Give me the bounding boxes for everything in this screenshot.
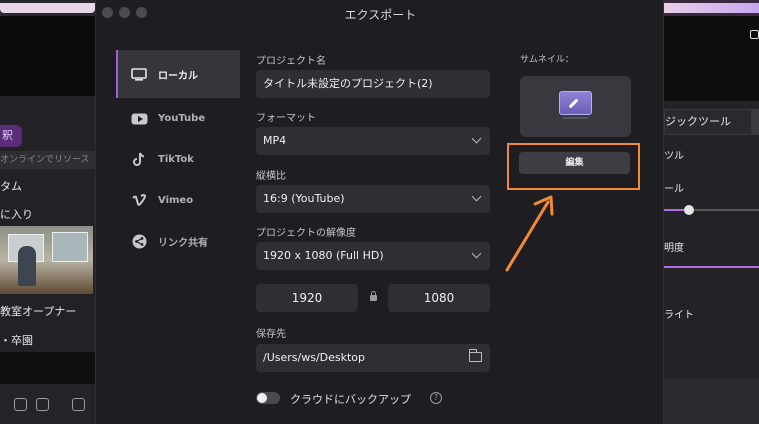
background-magic-tools-tab[interactable]: ジックツール [664, 109, 752, 135]
vimeo-icon [130, 194, 148, 208]
export-dialog: エクスポート ローカル YouTube TikTok Vimeo リンク共有 プ… [95, 0, 664, 424]
screen: 釈 オンラインでリソース タム に入り 教室オープナー ・卒園 ジックツール ツ… [0, 0, 759, 424]
background-light-label[interactable]: ライト [664, 306, 694, 321]
youtube-icon [130, 112, 148, 126]
sidebar-item-link-share[interactable]: リンク共有 [116, 221, 240, 262]
tiktok-icon [130, 152, 148, 167]
copy-icon[interactable] [72, 398, 85, 411]
share-icon [130, 234, 148, 249]
background-opacity-label: 明度 [664, 243, 684, 254]
resolution-value: 1920 x 1080 (Full HD) [263, 249, 384, 262]
comment-icon[interactable] [14, 398, 27, 411]
sidebar-item-youtube[interactable]: YouTube [116, 98, 240, 139]
aspect-ratio-label: 縦横比 [256, 171, 286, 182]
background-left-panel: 釈 オンラインでリソース タム に入り 教室オープナー ・卒園 [0, 16, 95, 424]
export-destination-sidebar: ローカル YouTube TikTok Vimeo リンク共有 [116, 50, 240, 262]
sidebar-item-tiktok[interactable]: TikTok [116, 139, 240, 180]
menu-icon[interactable] [750, 30, 759, 39]
background-toolbar [0, 384, 95, 424]
chevron-down-icon [471, 133, 482, 144]
aspect-ratio-select[interactable]: 16:9 (YouTube) [256, 185, 490, 213]
thumbnail-label: サムネイル： [520, 55, 574, 65]
background-slider-knob[interactable] [684, 205, 694, 215]
cloud-backup-label: クラウドにバックアップ [290, 393, 411, 406]
save-location-input[interactable]: /Users/ws/Desktop [256, 344, 490, 372]
background-tool-section[interactable]: ツル [664, 147, 684, 162]
background-row-opener[interactable]: 教室オープナー [0, 303, 76, 319]
background-preview-area [0, 16, 95, 96]
sidebar-item-label: YouTube [158, 113, 206, 124]
cloud-backup-toggle[interactable] [256, 392, 280, 404]
resolution-select[interactable]: 1920 x 1080 (Full HD) [256, 242, 490, 270]
sidebar-item-vimeo[interactable]: Vimeo [116, 180, 240, 221]
folder-icon[interactable] [468, 349, 482, 362]
background-scale-label: ール [664, 184, 684, 195]
chevron-down-icon [471, 191, 482, 202]
local-monitor-icon [130, 67, 148, 81]
background-category-chip[interactable]: 釈 [0, 125, 22, 147]
thumbnail-preview[interactable] [520, 76, 631, 137]
format-label: フォーマット [256, 113, 316, 124]
background-search-input[interactable]: オンラインでリソース [0, 151, 95, 169]
sidebar-item-label: ローカル [158, 70, 198, 82]
highlight-annotation-box [507, 143, 640, 190]
background-preview-strip-left [0, 3, 95, 13]
help-icon[interactable]: ? [430, 392, 442, 404]
resolution-label: プロジェクトの解像度 [256, 228, 356, 239]
sidebar-item-label: TikTok [158, 154, 194, 165]
dialog-titlebar: エクスポート [96, 0, 665, 26]
project-name-input[interactable]: タイトル未設定のプロジェクト(2) [256, 70, 490, 98]
dialog-title: エクスポート [344, 8, 417, 22]
project-name-label: プロジェクト名 [256, 56, 326, 67]
background-slider[interactable] [664, 209, 759, 211]
background-media-thumbnail[interactable] [0, 226, 93, 294]
format-value: MP4 [263, 134, 287, 147]
sidebar-item-label: リンク共有 [158, 238, 208, 249]
text-icon[interactable] [36, 398, 49, 411]
format-select[interactable]: MP4 [256, 127, 490, 155]
chevron-down-icon [471, 248, 482, 259]
background-row-custom[interactable]: タム [0, 178, 22, 194]
save-location-label: 保存先 [256, 329, 286, 340]
lock-aspect-icon[interactable] [366, 284, 380, 312]
background-row-graduation[interactable]: ・卒園 [0, 332, 33, 348]
background-row-favorites[interactable]: に入り [0, 206, 33, 222]
width-input[interactable]: 1920 [256, 284, 358, 312]
background-preview-area-right [664, 16, 759, 101]
sidebar-item-label: Vimeo [158, 195, 194, 206]
background-preview-strip-right [664, 3, 759, 13]
save-location-value: /Users/ws/Desktop [263, 351, 366, 364]
sidebar-item-local[interactable]: ローカル [116, 50, 240, 98]
background-right-panel: ジックツール ツル ール 明度 ライト [664, 16, 759, 424]
edit-thumbnail-icon [559, 91, 592, 115]
aspect-ratio-value: 16:9 (YouTube) [263, 192, 345, 205]
background-timeline-area [0, 352, 95, 384]
height-input[interactable]: 1080 [388, 284, 490, 312]
